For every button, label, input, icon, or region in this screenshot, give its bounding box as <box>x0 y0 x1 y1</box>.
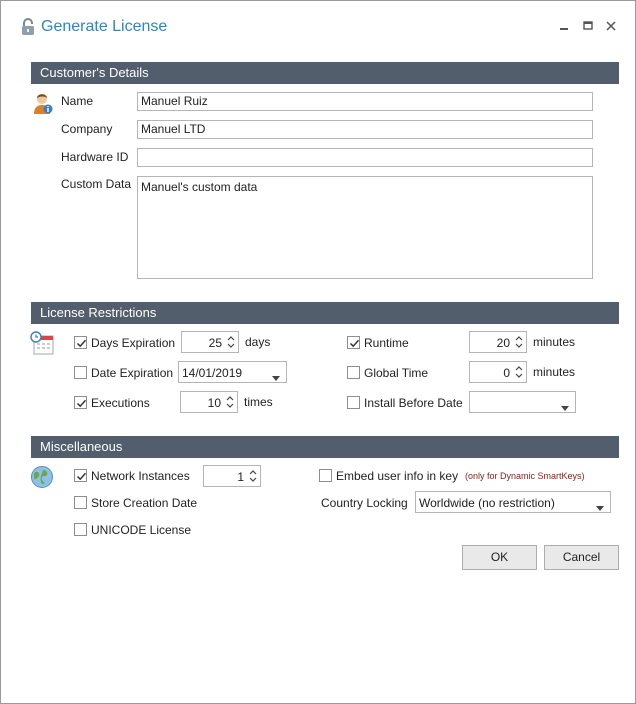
spinner-arrows-icon[interactable] <box>514 364 524 380</box>
chevron-down-icon[interactable] <box>561 400 569 411</box>
network-instances-checkbox[interactable] <box>74 469 87 482</box>
customer-details-header: Customer's Details <box>31 62 619 84</box>
spinner-arrows-icon[interactable] <box>514 334 524 350</box>
runtime-checkbox[interactable] <box>347 336 360 349</box>
window-title: Generate License <box>41 18 168 35</box>
miscellaneous-header: Miscellaneous <box>31 436 619 458</box>
calendar-clock-icon <box>30 331 54 358</box>
hardware-id-field[interactable] <box>137 148 593 167</box>
executions-spinner[interactable]: 10 <box>180 391 238 413</box>
spinner-arrows-icon[interactable] <box>226 334 236 350</box>
runtime-spinner[interactable]: 20 <box>469 331 527 353</box>
date-expiration-label: Date Expiration <box>91 366 174 380</box>
days-expiration-spinner[interactable]: 25 <box>181 331 239 353</box>
global-time-value: 0 <box>503 366 510 380</box>
cancel-button[interactable]: Cancel <box>544 545 619 570</box>
company-label: Company <box>61 122 113 136</box>
chevron-down-icon[interactable] <box>272 370 280 381</box>
chevron-down-icon[interactable] <box>596 500 604 511</box>
license-restrictions-header: License Restrictions <box>31 302 619 324</box>
runtime-value: 20 <box>496 336 510 350</box>
dynamic-smartkeys-note: (only for Dynamic SmartKeys) <box>465 471 585 481</box>
country-locking-value: Worldwide (no restriction) <box>419 496 555 510</box>
custom-data-field[interactable]: Manuel's custom data <box>137 176 593 279</box>
executions-value: 10 <box>207 396 221 410</box>
title-bar: Generate License <box>1 1 635 53</box>
network-instances-spinner[interactable]: 1 <box>203 465 261 487</box>
network-instances-label: Network Instances <box>91 469 190 483</box>
spinner-arrows-icon[interactable] <box>248 468 258 484</box>
unicode-license-checkbox[interactable] <box>74 523 87 536</box>
company-field[interactable]: Manuel LTD <box>137 120 593 139</box>
global-time-label: Global Time <box>364 366 429 380</box>
executions-checkbox[interactable] <box>74 396 87 409</box>
name-field[interactable]: Manuel Ruiz <box>137 92 593 111</box>
install-before-date-label: Install Before Date <box>364 396 463 410</box>
globe-icon <box>30 465 54 492</box>
generate-license-window: Generate License Customer's Details Name… <box>0 0 636 704</box>
close-button[interactable] <box>604 19 618 33</box>
minimize-button[interactable] <box>557 19 571 33</box>
custom-data-label: Custom Data <box>61 177 132 191</box>
global-time-spinner[interactable]: 0 <box>469 361 527 383</box>
install-before-date-checkbox[interactable] <box>347 396 360 409</box>
global-time-unit-label: minutes <box>533 365 576 379</box>
date-expiration-picker[interactable]: 14/01/2019 <box>178 361 287 383</box>
runtime-unit-label: minutes <box>533 335 576 349</box>
date-expiration-value: 14/01/2019 <box>182 366 243 380</box>
network-instances-value: 1 <box>237 470 244 484</box>
spinner-arrows-icon[interactable] <box>225 394 235 410</box>
country-locking-label: Country Locking <box>321 496 408 510</box>
store-creation-date-label: Store Creation Date <box>91 496 198 510</box>
name-label: Name <box>61 94 94 108</box>
maximize-button[interactable] <box>581 19 595 33</box>
hardware-id-label: Hardware ID <box>61 150 129 164</box>
executions-label: Executions <box>91 396 150 410</box>
runtime-label: Runtime <box>364 336 409 350</box>
global-time-checkbox[interactable] <box>347 366 360 379</box>
days-expiration-value: 25 <box>208 336 222 350</box>
country-locking-select[interactable]: Worldwide (no restriction) <box>415 491 611 513</box>
user-icon <box>32 91 54 118</box>
days-expiration-checkbox[interactable] <box>74 336 87 349</box>
unicode-license-label: UNICODE License <box>91 523 192 537</box>
ok-button[interactable]: OK <box>462 545 537 570</box>
embed-user-info-checkbox[interactable] <box>319 469 332 482</box>
embed-user-info-label: Embed user info in key <box>336 469 459 483</box>
times-unit-label: times <box>244 395 273 409</box>
days-unit-label: days <box>245 335 271 349</box>
date-expiration-checkbox[interactable] <box>74 366 87 379</box>
lock-icon <box>21 18 35 36</box>
store-creation-date-checkbox[interactable] <box>74 496 87 509</box>
days-expiration-label: Days Expiration <box>91 336 176 350</box>
install-before-date-picker[interactable] <box>469 391 576 413</box>
